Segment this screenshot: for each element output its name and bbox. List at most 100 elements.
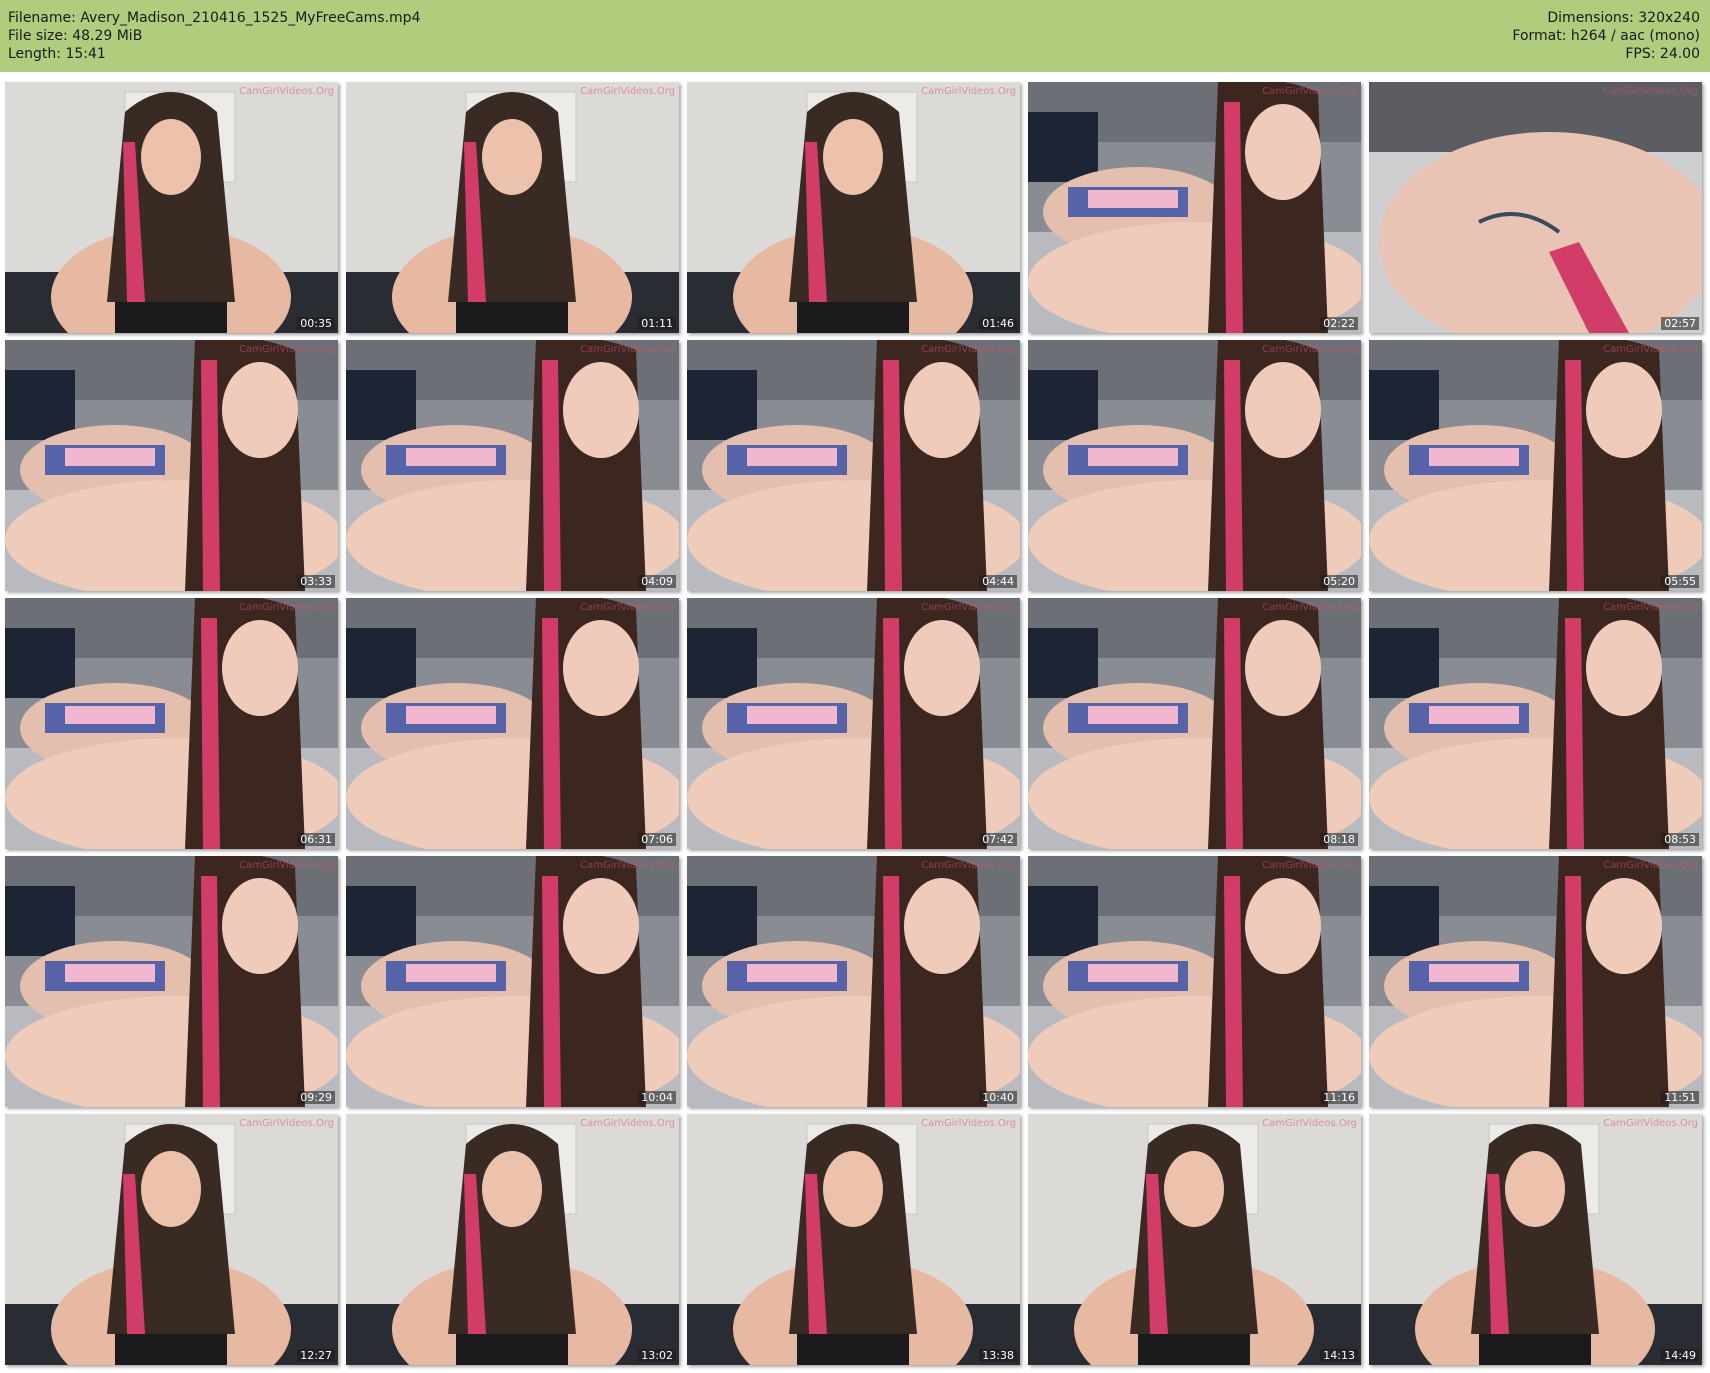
thumbnail-image xyxy=(687,1114,1020,1365)
watermark-text: CamGirlVideos.Org xyxy=(239,602,334,613)
thumbnail-image xyxy=(1028,598,1361,849)
watermark-text: CamGirlVideos.Org xyxy=(921,344,1016,355)
thumbnail-image xyxy=(346,1114,679,1365)
timestamp-label: 14:49 xyxy=(1661,1349,1699,1362)
timestamp-label: 01:11 xyxy=(638,317,676,330)
watermark-text: CamGirlVideos.Org xyxy=(580,602,675,613)
thumbnail-image xyxy=(1028,82,1361,333)
watermark-text: CamGirlVideos.Org xyxy=(1262,344,1357,355)
thumbnail-image xyxy=(1369,82,1702,333)
thumbnail-frame: CamGirlVideos.Org 05:20 xyxy=(1028,340,1361,591)
timestamp-label: 00:35 xyxy=(297,317,335,330)
thumbnail-image xyxy=(346,82,679,333)
file-info-header: Filename: Avery_Madison_210416_1525_MyFr… xyxy=(0,0,1710,72)
watermark-text: CamGirlVideos.Org xyxy=(1603,86,1698,97)
thumbnail-frame: CamGirlVideos.Org 14:49 xyxy=(1369,1114,1702,1365)
file-info-right: Dimensions: 320x240 Format: h264 / aac (… xyxy=(1512,9,1700,63)
watermark-text: CamGirlVideos.Org xyxy=(1603,1118,1698,1129)
thumbnail-frame: CamGirlVideos.Org 02:57 xyxy=(1369,82,1702,333)
watermark-text: CamGirlVideos.Org xyxy=(580,860,675,871)
timestamp-label: 06:31 xyxy=(297,833,335,846)
format-text: Format: h264 / aac (mono) xyxy=(1512,28,1700,44)
watermark-text: CamGirlVideos.Org xyxy=(1262,1118,1357,1129)
watermark-text: CamGirlVideos.Org xyxy=(1603,860,1698,871)
thumbnail-frame: CamGirlVideos.Org 10:40 xyxy=(687,856,1020,1107)
thumbnail-frame: CamGirlVideos.Org 09:29 xyxy=(5,856,338,1107)
filesize-text: File size: 48.29 MiB xyxy=(8,28,143,44)
thumbnail-frame: CamGirlVideos.Org 11:51 xyxy=(1369,856,1702,1107)
watermark-text: CamGirlVideos.Org xyxy=(239,860,334,871)
watermark-text: CamGirlVideos.Org xyxy=(921,86,1016,97)
watermark-text: CamGirlVideos.Org xyxy=(1603,344,1698,355)
thumbnail-frame: CamGirlVideos.Org 05:55 xyxy=(1369,340,1702,591)
thumbnail-frame: CamGirlVideos.Org 13:02 xyxy=(346,1114,679,1365)
thumbnail-frame: CamGirlVideos.Org 06:31 xyxy=(5,598,338,849)
thumbnail-frame: CamGirlVideos.Org 10:04 xyxy=(346,856,679,1107)
timestamp-label: 08:53 xyxy=(1661,833,1699,846)
watermark-text: CamGirlVideos.Org xyxy=(1262,860,1357,871)
timestamp-label: 04:44 xyxy=(979,575,1017,588)
file-info-left: Filename: Avery_Madison_210416_1525_MyFr… xyxy=(8,9,420,63)
thumbnail-image xyxy=(687,82,1020,333)
thumbnail-image xyxy=(5,340,338,591)
timestamp-label: 07:42 xyxy=(979,833,1017,846)
length-text: Length: 15:41 xyxy=(8,46,106,62)
thumbnail-grid: CamGirlVideos.Org 00:35 CamGirlVideos.Org 0… xyxy=(5,82,1702,1365)
thumbnail-frame: CamGirlVideos.Org 04:09 xyxy=(346,340,679,591)
thumbnail-image xyxy=(1369,598,1702,849)
timestamp-label: 13:38 xyxy=(979,1349,1017,1362)
thumbnail-image xyxy=(1369,856,1702,1107)
timestamp-label: 11:51 xyxy=(1661,1091,1699,1104)
watermark-text: CamGirlVideos.Org xyxy=(580,344,675,355)
thumbnail-image xyxy=(687,856,1020,1107)
thumbnail-image xyxy=(1028,340,1361,591)
thumbnail-frame: CamGirlVideos.Org 07:42 xyxy=(687,598,1020,849)
watermark-text: CamGirlVideos.Org xyxy=(239,86,334,97)
thumbnail-frame: CamGirlVideos.Org 01:46 xyxy=(687,82,1020,333)
thumbnail-frame: CamGirlVideos.Org 11:16 xyxy=(1028,856,1361,1107)
thumbnail-frame: CamGirlVideos.Org 00:35 xyxy=(5,82,338,333)
timestamp-label: 13:02 xyxy=(638,1349,676,1362)
thumbnail-image xyxy=(5,82,338,333)
timestamp-label: 03:33 xyxy=(297,575,335,588)
thumbnail-image xyxy=(346,856,679,1107)
timestamp-label: 07:06 xyxy=(638,833,676,846)
thumbnail-image xyxy=(687,598,1020,849)
watermark-text: CamGirlVideos.Org xyxy=(921,602,1016,613)
thumbnail-image xyxy=(346,598,679,849)
timestamp-label: 04:09 xyxy=(638,575,676,588)
watermark-text: CamGirlVideos.Org xyxy=(921,860,1016,871)
thumbnail-image xyxy=(5,856,338,1107)
timestamp-label: 11:16 xyxy=(1320,1091,1358,1104)
filename-text: Filename: Avery_Madison_210416_1525_MyFr… xyxy=(8,10,421,26)
thumbnail-frame: CamGirlVideos.Org 14:13 xyxy=(1028,1114,1361,1365)
timestamp-label: 12:27 xyxy=(297,1349,335,1362)
watermark-text: CamGirlVideos.Org xyxy=(239,344,334,355)
watermark-text: CamGirlVideos.Org xyxy=(580,1118,675,1129)
thumbnail-image xyxy=(1369,340,1702,591)
timestamp-label: 09:29 xyxy=(297,1091,335,1104)
thumbnail-image xyxy=(346,340,679,591)
watermark-text: CamGirlVideos.Org xyxy=(1603,602,1698,613)
timestamp-label: 02:57 xyxy=(1661,317,1699,330)
thumbnail-frame: CamGirlVideos.Org 13:38 xyxy=(687,1114,1020,1365)
thumbnail-image xyxy=(1369,1114,1702,1365)
timestamp-label: 05:20 xyxy=(1320,575,1358,588)
fps-text: FPS: 24.00 xyxy=(1625,46,1700,62)
timestamp-label: 02:22 xyxy=(1320,317,1358,330)
thumbnail-frame: CamGirlVideos.Org 08:18 xyxy=(1028,598,1361,849)
thumbnail-image xyxy=(1028,1114,1361,1365)
thumbnail-frame: CamGirlVideos.Org 07:06 xyxy=(346,598,679,849)
watermark-text: CamGirlVideos.Org xyxy=(921,1118,1016,1129)
timestamp-label: 10:04 xyxy=(638,1091,676,1104)
thumbnail-frame: CamGirlVideos.Org 03:33 xyxy=(5,340,338,591)
timestamp-label: 05:55 xyxy=(1661,575,1699,588)
watermark-text: CamGirlVideos.Org xyxy=(580,86,675,97)
thumbnail-image xyxy=(687,340,1020,591)
timestamp-label: 14:13 xyxy=(1320,1349,1358,1362)
thumbnail-frame: CamGirlVideos.Org 04:44 xyxy=(687,340,1020,591)
timestamp-label: 10:40 xyxy=(979,1091,1017,1104)
timestamp-label: 08:18 xyxy=(1320,833,1358,846)
dimensions-text: Dimensions: 320x240 xyxy=(1547,10,1700,26)
thumbnail-frame: CamGirlVideos.Org 01:11 xyxy=(346,82,679,333)
